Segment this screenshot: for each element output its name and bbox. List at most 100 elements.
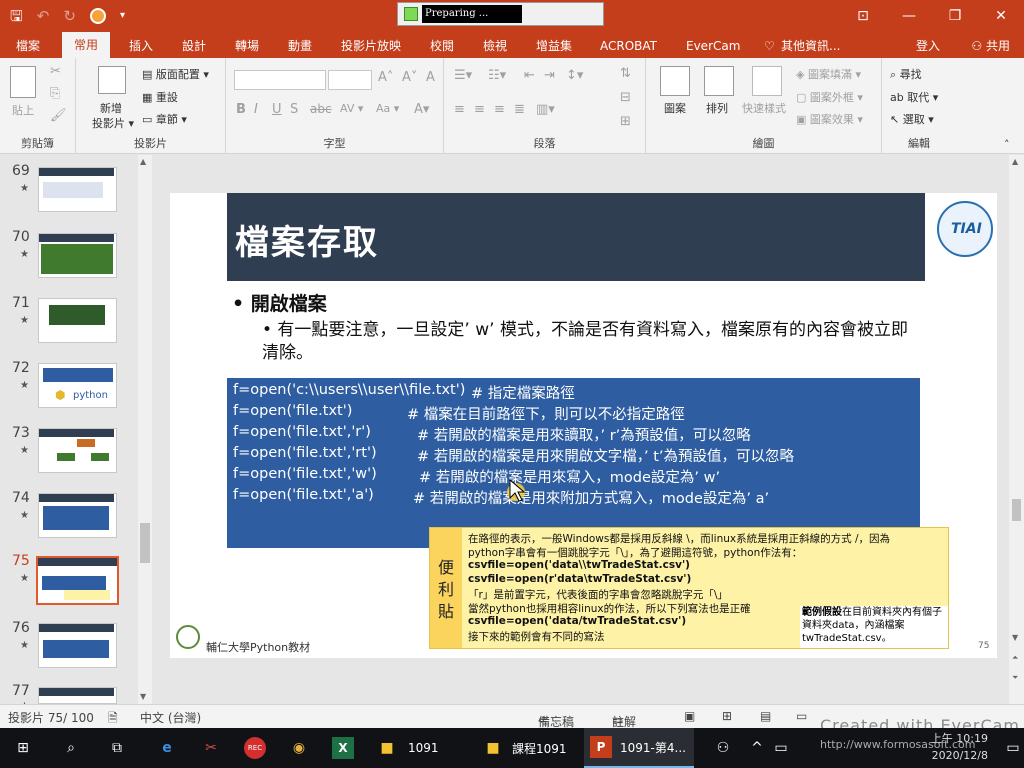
line-spacing-icon[interactable]: ↕▾ <box>566 68 583 83</box>
slide-sorter-icon[interactable]: ⊞ <box>722 709 732 723</box>
tab-design[interactable]: 設計 <box>182 36 206 56</box>
decrease-indent-icon[interactable]: ⇤ <box>524 68 535 83</box>
tab-view[interactable]: 檢視 <box>483 36 507 56</box>
search-button[interactable]: ⌕ <box>60 728 82 768</box>
text-direction-icon[interactable]: ⇅ <box>620 66 631 81</box>
section-button[interactable]: ▭ 章節 ▾ <box>142 111 187 127</box>
scroll-down-icon[interactable]: ▼ <box>140 692 146 701</box>
bullets-icon[interactable]: ☰▾ <box>454 68 472 83</box>
align-center-icon[interactable]: ≡ <box>474 102 485 117</box>
arrange-icon[interactable] <box>704 66 734 96</box>
columns-icon[interactable]: ▥▾ <box>536 102 555 117</box>
tab-addins[interactable]: 增益集 <box>536 36 572 56</box>
align-right-icon[interactable]: ≡ <box>494 102 505 117</box>
shape-outline-button[interactable]: ▢ 圖案外框 ▾ <box>796 89 863 105</box>
bold-button[interactable]: B <box>236 102 246 117</box>
tab-review[interactable]: 校閱 <box>430 36 454 56</box>
font-color-icon[interactable]: A▾ <box>414 102 429 117</box>
quick-styles-icon[interactable] <box>752 66 782 96</box>
normal-view-icon[interactable]: ▣ <box>684 709 695 723</box>
shapes-icon[interactable] <box>660 66 690 96</box>
shape-fill-button[interactable]: ◈ 圖案填滿 ▾ <box>796 66 861 82</box>
thumb-slide-72[interactable]: python ⬢ <box>38 363 117 408</box>
current-slide[interactable]: 檔案存取 TIAI • 開啟檔案 • 有一點要注意，一旦設定’ w’ 模式，不論… <box>170 193 997 658</box>
start-button[interactable]: ⊞ <box>12 728 34 768</box>
previous-slide-icon[interactable]: ⏶ <box>1012 653 1018 663</box>
thumb-slide-69[interactable] <box>38 167 117 212</box>
shadow-button[interactable]: S <box>290 102 298 117</box>
new-slide-dropdown[interactable]: 投影片 ▾ <box>92 115 134 131</box>
notifications-button[interactable]: ▭ <box>1002 728 1024 768</box>
align-left-icon[interactable]: ≡ <box>454 102 465 117</box>
tab-animations[interactable]: 動畫 <box>288 36 312 56</box>
slideshow-view-icon[interactable]: ▭ <box>796 709 807 723</box>
minimize-button[interactable]: — <box>886 0 932 32</box>
numbering-icon[interactable]: ☷▾ <box>488 68 506 83</box>
network-button[interactable]: ▭ <box>770 728 792 768</box>
justify-icon[interactable]: ≣ <box>514 102 525 117</box>
thumb-slide-77[interactable] <box>38 687 117 704</box>
thumb-slide-76[interactable] <box>38 623 117 668</box>
edge-button[interactable]: e <box>156 728 178 768</box>
show-hidden-icons-button[interactable]: ^ <box>746 728 768 768</box>
paste-button[interactable]: 貼上 <box>12 102 34 118</box>
excel-button[interactable]: X <box>332 728 354 768</box>
task-view-button[interactable]: ⧉ <box>106 728 128 768</box>
thumbnail-scroll-thumb[interactable] <box>140 523 150 563</box>
reading-view-icon[interactable]: ▤ <box>760 709 771 723</box>
collapse-ribbon-icon[interactable]: ˄ <box>1004 138 1010 151</box>
tab-insert[interactable]: 插入 <box>129 36 153 56</box>
spelling-icon[interactable]: 🗎 <box>108 709 118 730</box>
font-size-combo[interactable] <box>328 70 372 90</box>
underline-button[interactable]: U <box>272 102 282 117</box>
tab-evercam[interactable]: EverCam <box>686 36 740 56</box>
char-spacing-button[interactable]: AV ▾ <box>340 102 363 115</box>
scroll-down-icon[interactable]: ▼ <box>1012 633 1018 642</box>
align-text-icon[interactable]: ⊟ <box>620 90 631 105</box>
tab-home[interactable]: 常用 <box>62 32 111 58</box>
increase-indent-icon[interactable]: ⇥ <box>544 68 555 83</box>
thumb-slide-71[interactable] <box>38 298 117 343</box>
redo-icon[interactable]: ↻ <box>63 6 76 26</box>
find-button[interactable]: ⌕ 尋找 <box>890 66 922 82</box>
select-button[interactable]: ↖ 選取 ▾ <box>890 111 934 127</box>
start-from-beginning-icon[interactable] <box>89 8 106 24</box>
change-case-button[interactable]: Aa ▾ <box>376 102 399 115</box>
quick-styles-button[interactable]: 快速樣式 <box>742 100 786 116</box>
grow-font-icon[interactable]: A˄ <box>378 70 393 85</box>
undo-icon[interactable]: ↶ <box>37 6 50 26</box>
thumb-slide-70[interactable] <box>38 233 117 278</box>
code-block[interactable]: f=open('c:\\users\\user\\file.txt') # 指定… <box>227 378 920 548</box>
italic-button[interactable]: I <box>254 102 258 117</box>
tab-tell-me[interactable]: 其他資訊... <box>781 36 840 56</box>
format-painter-icon[interactable]: 🖌 <box>50 108 67 123</box>
taskbar-item-folder-course[interactable]: ■ 課程1091 <box>476 728 576 768</box>
font-name-combo[interactable] <box>234 70 326 90</box>
share-button[interactable]: ⚇ 共用 <box>971 36 1010 56</box>
chrome-button[interactable]: ◉ <box>288 728 310 768</box>
edit-scroll-thumb[interactable] <box>1012 499 1021 521</box>
smartart-icon[interactable]: ⊞ <box>620 114 631 129</box>
taskbar-item-folder-1091[interactable]: ■ 1091 <box>370 728 470 768</box>
layout-button[interactable]: ▤ 版面配置 ▾ <box>142 66 209 82</box>
tab-acrobat[interactable]: ACROBAT <box>600 36 657 56</box>
thumb-slide-74[interactable] <box>38 493 117 538</box>
tab-file[interactable]: 檔案 <box>16 36 40 56</box>
thumbnail-scrollbar[interactable]: ▲ ▼ <box>138 155 152 704</box>
snipping-tool-button[interactable]: ✂ <box>200 728 222 768</box>
tab-slideshow[interactable]: 投影片放映 <box>341 36 401 56</box>
restore-button[interactable]: ❐ <box>932 0 978 32</box>
close-button[interactable]: ✕ <box>978 0 1024 32</box>
customize-qat-icon[interactable]: ▾ <box>120 6 125 26</box>
tell-me-icon[interactable]: ♡ <box>764 36 775 56</box>
paste-icon[interactable] <box>10 66 36 98</box>
copy-icon[interactable]: ⎘ <box>50 86 60 101</box>
sign-in-link[interactable]: 登入 <box>916 36 940 56</box>
new-slide-button[interactable]: 新增 <box>100 100 122 116</box>
people-button[interactable]: ⚇ <box>712 728 734 768</box>
ribbon-display-options-button[interactable]: ⊡ <box>840 0 886 32</box>
tab-transitions[interactable]: 轉場 <box>235 36 259 56</box>
scroll-up-icon[interactable]: ▲ <box>140 157 146 166</box>
arrange-button[interactable]: 排列 <box>706 100 728 116</box>
replace-button[interactable]: ab 取代 ▾ <box>890 89 938 105</box>
